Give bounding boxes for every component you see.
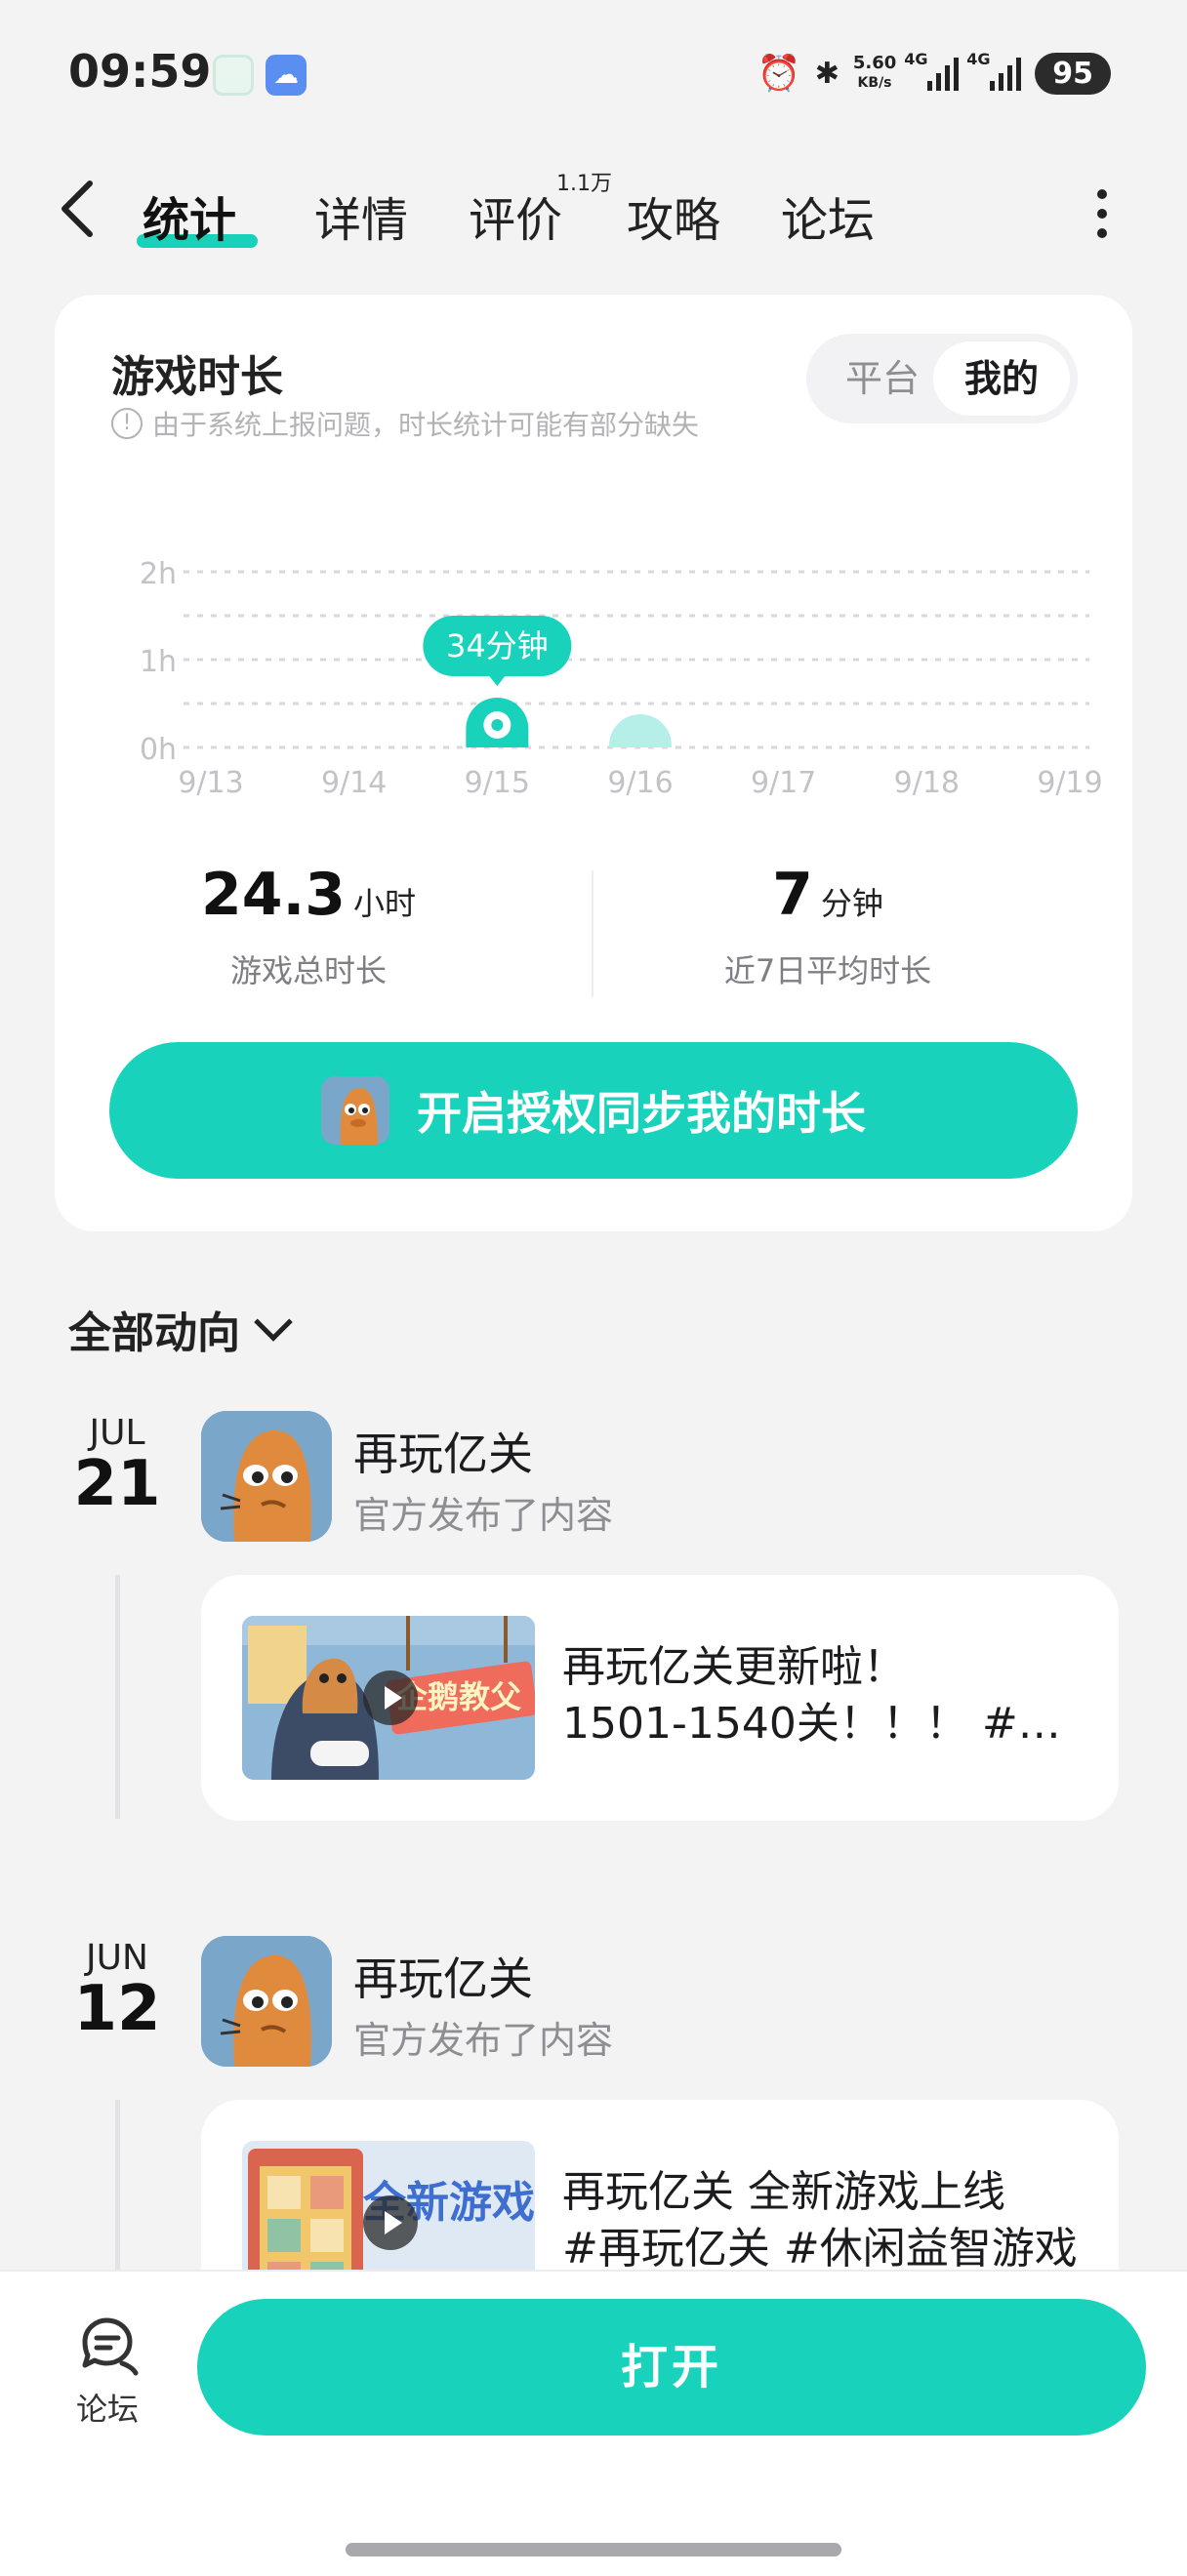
more-options-icon[interactable] — [1097, 189, 1107, 238]
chart-tooltip-pointer — [489, 676, 506, 686]
post-text: 再玩亿关更新啦！ 1501-1540关！！！ #再玩亿关 — [562, 1642, 1089, 1749]
segment-mine[interactable]: 我的 — [933, 342, 1070, 416]
post-video-thumbnail[interactable]: 企鹅教父 — [242, 1616, 535, 1780]
tab-guides[interactable]: 攻略 — [627, 181, 720, 250]
home-indicator — [346, 2543, 841, 2556]
review-count-badge: 1.1万 — [556, 172, 612, 196]
tab-forum[interactable]: 论坛 — [781, 181, 875, 250]
chart-y-tick-label: 0h — [140, 733, 177, 767]
tab-stats[interactable]: 统计 — [143, 181, 236, 250]
tab-details[interactable]: 详情 — [314, 181, 408, 250]
authorize-sync-label: 开启授权同步我的时长 — [417, 1087, 866, 1140]
playtime-card: 游戏时长 ! 由于系统上报问题，时长统计可能有部分缺失 平台 我的 0h 1h 2h… — [55, 295, 1132, 1231]
chart-tooltip-label: 34分钟 — [446, 627, 549, 664]
forum-icon — [82, 2317, 139, 2376]
total-playtime-stat: 24.3 小时 游戏总时长 — [55, 861, 562, 991]
game-avatar — [321, 1076, 389, 1145]
publisher-avatar[interactable] — [201, 1411, 332, 1542]
forum-button[interactable]: 论坛 — [59, 2313, 156, 2430]
status-time: 09:59 — [68, 45, 212, 98]
average-playtime-stat: 7 分钟 近7日平均时长 — [574, 861, 1082, 991]
tab-reviews[interactable]: 评价 — [469, 181, 562, 250]
publisher-avatar[interactable] — [201, 1936, 332, 2067]
chart-x-tick-label: 9/15 — [465, 766, 530, 800]
bottom-action-bar: 论坛 打开 — [0, 2270, 1187, 2576]
chart-x-tick-label: 9/16 — [607, 766, 673, 800]
entry-date: JUL 21 — [73, 1413, 161, 1520]
chart-x-tick-label: 9/19 — [1037, 766, 1102, 800]
post-card[interactable]: 企鹅教父 再玩亿关更新啦！ 1501-1540关！！！ #再玩亿关 — [201, 1575, 1119, 1821]
chart-x-tick-label: 9/17 — [751, 766, 816, 800]
back-arrow-icon[interactable] — [59, 180, 98, 238]
alarm-icon: ⏰ — [757, 54, 801, 94]
authorize-sync-button[interactable]: 开启授权同步我的时长 — [109, 1042, 1078, 1179]
chart-x-tick-label: 9/18 — [894, 766, 960, 800]
activity-filter-label: 全部动向 — [68, 1308, 240, 1358]
timeline-line — [115, 1575, 120, 1819]
entry-subtitle: 官方发布了内容 — [353, 2019, 614, 2062]
average-playtime-label: 近7日平均时长 — [723, 952, 932, 989]
status-bar: 09:59 ☁ ⏰ ✱ 5.60 KB/s 4G 4G 95 — [0, 0, 1187, 146]
card-title: 游戏时长 — [111, 352, 283, 402]
entry-subtitle: 官方发布了内容 — [353, 1494, 614, 1537]
top-nav: 统计 详情 评价 1.1万 攻略 论坛 — [0, 166, 1187, 263]
signal-icon: 4G — [904, 50, 960, 91]
entry-date: JUN 12 — [73, 1938, 161, 2045]
timeline-line — [115, 2100, 120, 2275]
source-segmented-control: 平台 我的 — [806, 334, 1078, 423]
play-icon — [363, 2195, 418, 2250]
activity-filter-dropdown[interactable]: 全部动向 — [68, 1298, 293, 1360]
bluetooth-icon: ✱ — [814, 56, 839, 91]
chart-y-tick-label: 1h — [140, 645, 177, 679]
average-playtime-unit: 分钟 — [820, 885, 883, 922]
battery-indicator: 95 — [1035, 52, 1111, 95]
chart-y-tick-label: 2h — [140, 557, 177, 591]
total-playtime-unit: 小时 — [353, 885, 417, 922]
chart-bar-marker-dot — [491, 719, 504, 731]
total-playtime-label: 游戏总时长 — [229, 952, 387, 989]
card-note: ! 由于系统上报问题，时长统计可能有部分缺失 — [111, 404, 699, 443]
chart-x-tick-label: 9/13 — [178, 766, 243, 800]
chart-x-tick-label: 9/14 — [321, 766, 387, 800]
network-speed: 5.60 KB/s — [852, 53, 897, 92]
segment-platform[interactable]: 平台 — [814, 342, 951, 416]
playtime-chart: 0h 1h 2h 9/13 9/14 9/15 34分钟 9/16 9/17 9/18 9/19 — [140, 557, 1103, 800]
open-game-button[interactable]: 打开 — [197, 2299, 1146, 2435]
publisher-name[interactable]: 再玩亿关 — [353, 1944, 533, 2008]
publisher-name[interactable]: 再玩亿关 — [353, 1419, 533, 1483]
forum-label: 论坛 — [75, 2391, 139, 2428]
post-text: 再玩亿关 全新游戏上线 #再玩亿关 #休闲益智游戏 — [562, 2167, 1078, 2274]
average-playtime-value: 7 — [772, 861, 813, 929]
notification-app-icon — [213, 55, 254, 96]
signal-icon: 4G — [966, 50, 1022, 91]
chevron-down-icon — [254, 1303, 293, 1342]
chart-bar — [609, 714, 672, 747]
cloud-app-icon: ☁ — [266, 55, 307, 96]
info-icon: ! — [111, 408, 143, 439]
play-icon — [363, 1670, 418, 1725]
total-playtime-value: 24.3 — [200, 861, 347, 929]
